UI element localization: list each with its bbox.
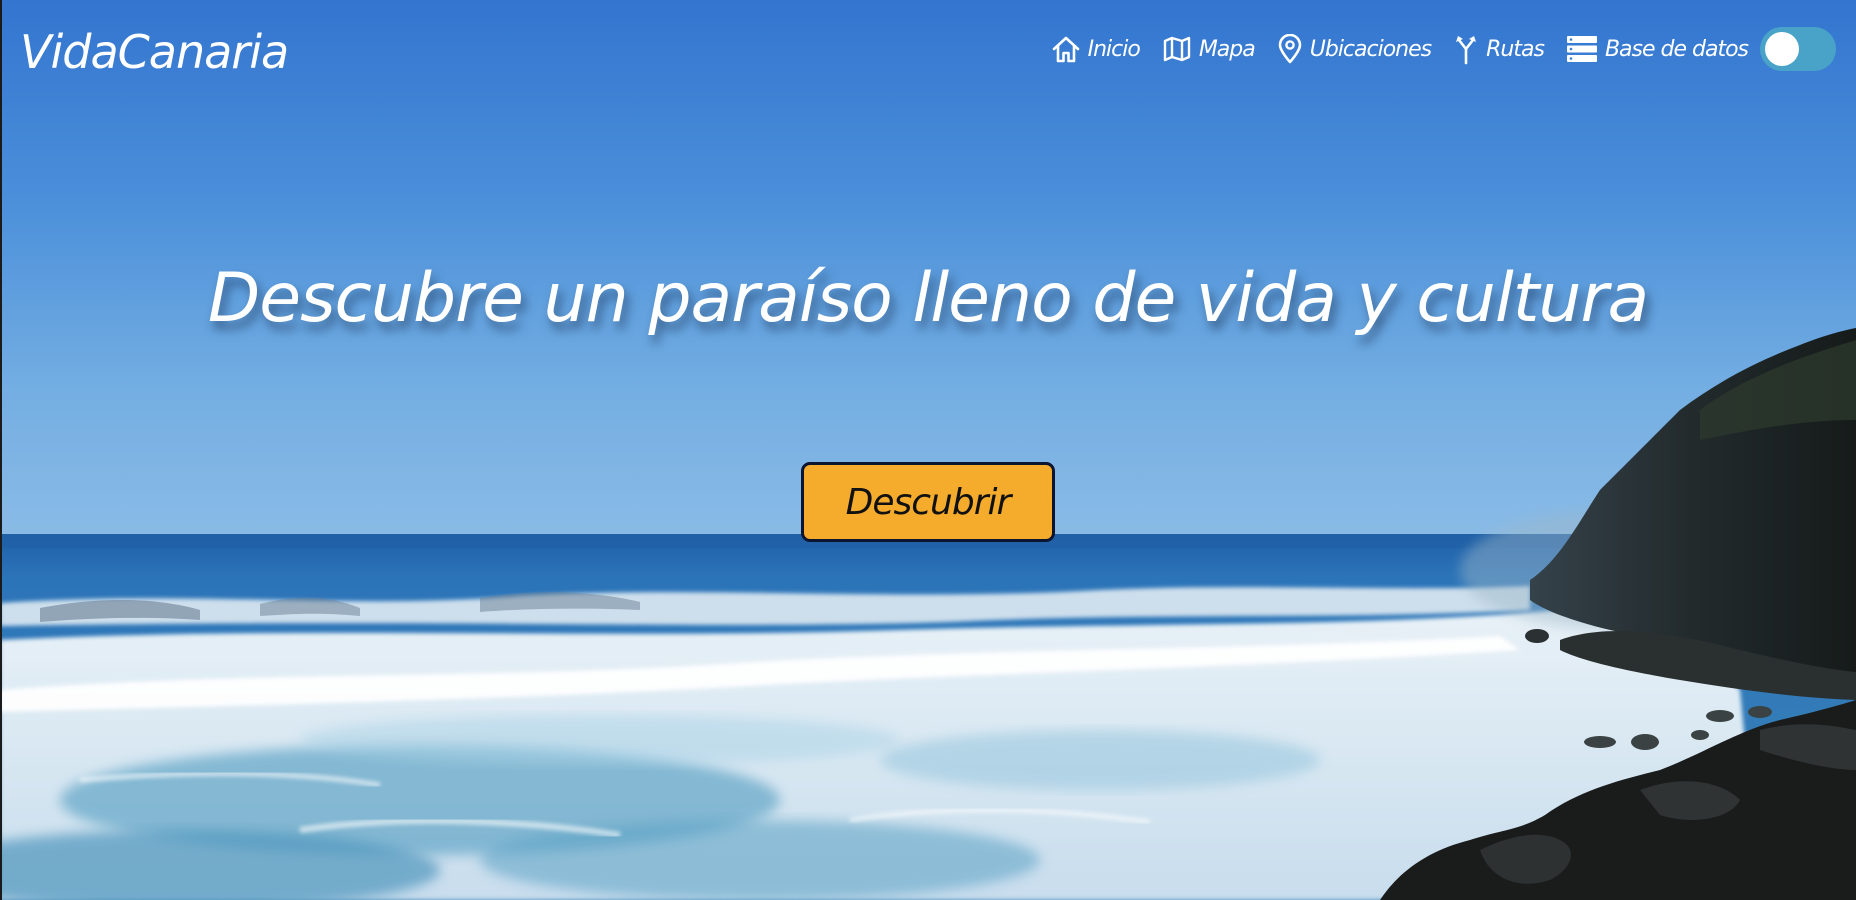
nav-item-ubicaciones[interactable]: Ubicaciones	[1277, 34, 1432, 64]
toggle-knob	[1765, 32, 1799, 66]
hero-background-image	[0, 0, 1856, 900]
nav-item-label: Mapa	[1198, 36, 1256, 62]
top-navbar: VidaCanaria Inicio Mapa Ubicaciones Ruta…	[0, 0, 1856, 100]
hero-title: Descubre un paraíso lleno de vida y cult…	[207, 259, 1649, 338]
discover-button[interactable]: Descubrir	[801, 462, 1055, 542]
nav-item-base-de-datos[interactable]: Base de datos	[1566, 35, 1749, 63]
route-fork-icon	[1456, 36, 1477, 65]
home-icon	[1052, 36, 1079, 63]
brand-logo[interactable]: VidaCanaria	[20, 22, 289, 82]
theme-toggle-switch[interactable]	[1760, 27, 1836, 71]
hero-section: VidaCanaria Inicio Mapa Ubicaciones Ruta…	[0, 0, 1856, 900]
main-menu: Inicio Mapa Ubicaciones Rutas Base de da…	[1051, 29, 1749, 69]
left-edge	[0, 0, 2, 900]
nav-item-label: Ubicaciones	[1309, 36, 1432, 62]
location-pin-icon	[1278, 34, 1302, 64]
nav-item-label: Base de datos	[1604, 36, 1749, 62]
nav-item-label: Rutas	[1486, 36, 1545, 62]
nav-item-mapa[interactable]: Mapa	[1162, 35, 1256, 63]
nav-item-label: Inicio	[1087, 36, 1141, 62]
nav-item-rutas[interactable]: Rutas	[1453, 33, 1545, 65]
database-icon	[1566, 36, 1597, 62]
map-icon	[1163, 36, 1191, 62]
nav-item-inicio[interactable]: Inicio	[1051, 35, 1141, 63]
